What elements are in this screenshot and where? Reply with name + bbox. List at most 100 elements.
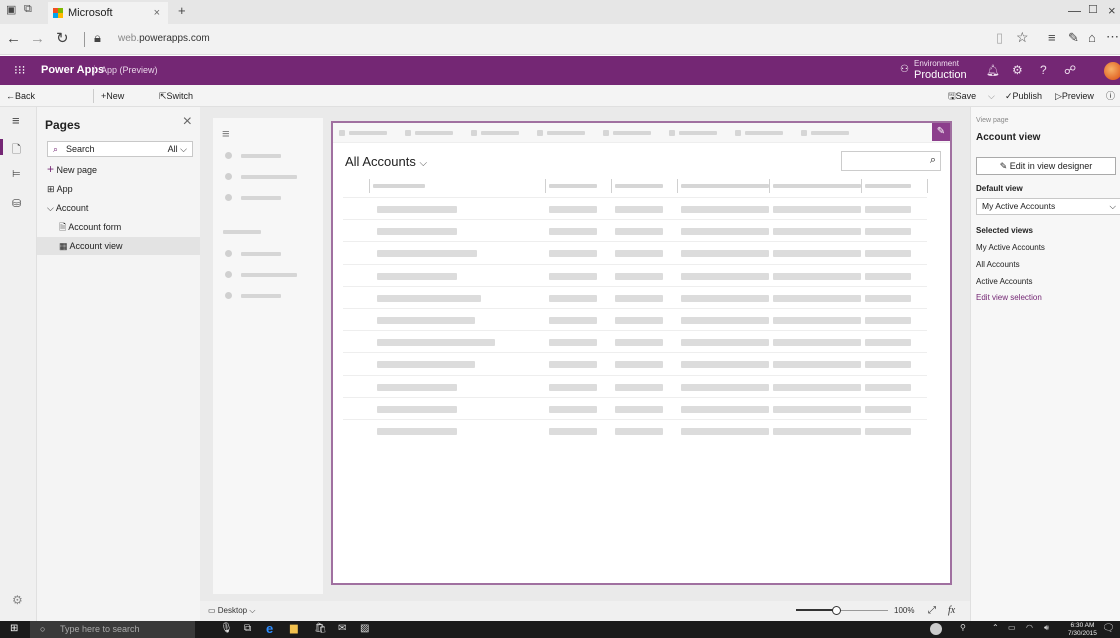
new-tab-icon[interactable]: + (178, 3, 186, 18)
help-icon[interactable]: ? (1040, 63, 1047, 77)
more-icon[interactable]: ⋯ (1106, 29, 1119, 45)
battery-icon[interactable]: ▭ (1008, 623, 1016, 632)
pages-title: Pages (45, 118, 81, 132)
volume-icon[interactable]: 🔊︎ (1044, 623, 1049, 633)
windows-start-icon[interactable]: ⊞ (10, 623, 18, 634)
tree-item-account-view[interactable]: ▦ Account view (37, 237, 200, 255)
menu-icon[interactable]: ≡ (12, 113, 20, 128)
pages-icon[interactable]: 🗋︎ (12, 141, 21, 160)
view-preview-frame[interactable]: ✎ All Accounts ⌵ ⌕ (331, 121, 952, 585)
user-tray-icon[interactable] (930, 623, 942, 635)
tray-chevron-icon[interactable]: ⌃ (992, 623, 999, 632)
app-icon: ⊞ (47, 184, 55, 194)
lock-icon: 🔒︎ (94, 30, 101, 45)
tree-view-icon[interactable]: ⊨ (12, 169, 21, 180)
back-to-home-button[interactable]: ← Back to Home (6, 85, 39, 145)
cell-placeholder (377, 294, 481, 302)
edit-pencil-icon[interactable]: ✎ (932, 123, 950, 141)
close-pages-icon[interactable]: × (183, 113, 192, 131)
browser-tab[interactable]: Microsoft × (48, 2, 168, 24)
preview-command-skeleton (333, 123, 950, 143)
edit-in-view-designer-button[interactable]: ✎ Edit in view designer (976, 157, 1116, 175)
close-window-icon[interactable]: × (1108, 3, 1116, 18)
hub-icon[interactable]: ≡ (1048, 30, 1056, 45)
settings-gear-icon[interactable]: ⚙ (1012, 63, 1023, 77)
new-page-button[interactable]: + New page (101, 85, 126, 123)
tab-preview-icon[interactable]: ⧉ (24, 3, 32, 16)
tree-item-account[interactable]: ⌵ Account (37, 199, 200, 217)
web-note-icon[interactable]: ✎ (1068, 30, 1079, 46)
command-bar: ← Back to Home + New page ⇱ Switch to cl… (0, 85, 1120, 145)
grid-header-placeholder (773, 184, 861, 188)
view-title[interactable]: All Accounts ⌵ (345, 154, 427, 169)
publish-button[interactable]: ✓ Publish (1005, 85, 1042, 107)
fit-screen-icon[interactable]: ⤢ (928, 601, 936, 621)
edit-view-selection-link[interactable]: Edit view selection (976, 293, 1042, 302)
zoom-slider-thumb[interactable] (832, 606, 842, 615)
notifications-icon[interactable]: 🔔︎ (986, 64, 1000, 77)
tab-close-icon[interactable]: × (154, 2, 160, 24)
store-icon[interactable]: 🛍︎ (314, 623, 327, 634)
microphone-icon[interactable]: 🎙︎ (220, 623, 233, 634)
table-row[interactable] (343, 352, 927, 374)
table-row[interactable] (343, 330, 927, 352)
tree-item-app[interactable]: ⊞ App (37, 180, 200, 198)
save-button[interactable]: 🖫︎ Save (948, 85, 976, 107)
table-row[interactable] (343, 241, 927, 263)
tab-actions-icon[interactable]: ▣ (6, 3, 16, 16)
photos-icon[interactable]: ▨ (360, 623, 369, 634)
table-row[interactable] (343, 419, 927, 441)
data-icon[interactable]: ⛁ (12, 197, 21, 210)
waffle-icon[interactable]: ⁝⁝⁝ (14, 63, 25, 77)
table-row[interactable] (343, 374, 927, 397)
switch-to-classic-button[interactable]: ⇱ Switch to classic (159, 85, 194, 145)
environment-picker[interactable]: Environment Production (914, 59, 967, 82)
default-view-select[interactable]: My Active Accounts ⌵ (976, 198, 1120, 215)
reading-view-icon[interactable]: ▯ (996, 30, 1003, 46)
pages-search-input[interactable]: ⌕ Search All ⌵ (47, 141, 193, 157)
table-row[interactable] (343, 263, 927, 286)
share-icon[interactable]: ⌂ (1088, 30, 1096, 45)
favorite-star-icon[interactable]: ☆ (1016, 29, 1029, 46)
tree-item-account-form[interactable]: 🗎︎ Account form (37, 218, 200, 236)
taskbar-clock[interactable]: 6:30 AM 7/30/2015 (1068, 622, 1097, 637)
new-page-link[interactable]: + New page (37, 160, 200, 178)
cell-placeholder (615, 228, 663, 236)
view-grid-icon: ▦ (59, 241, 68, 251)
people-icon[interactable]: ⚲ (960, 623, 966, 632)
mail-icon[interactable]: ✉ (338, 623, 346, 634)
edge-browser-icon[interactable]: e (266, 621, 273, 636)
zoom-slider[interactable] (796, 606, 888, 615)
taskbar-search-input[interactable]: ○ Type here to search (30, 621, 195, 638)
preview-button[interactable]: ▷ Preview (1055, 85, 1094, 107)
task-view-icon[interactable]: ⧉ (244, 623, 251, 634)
maximize-icon[interactable]: ☐ (1088, 3, 1098, 16)
url-field[interactable]: web.powerapps.com (118, 33, 210, 44)
grid-header-placeholder (615, 184, 663, 188)
app-header: ⁝⁝⁝ Power Apps App (Preview) ⚇ Environme… (0, 56, 1120, 85)
formula-button[interactable]: fx (948, 601, 955, 621)
action-center-icon[interactable]: 🗨︎ (1102, 623, 1115, 634)
properties-panel: View page Account view ✎ Edit in view de… (970, 107, 1120, 621)
back-arrow-icon[interactable]: ← (6, 30, 21, 47)
pencil-icon: ✎ (999, 161, 1008, 171)
minimize-icon[interactable]: — (1068, 3, 1081, 18)
feedback-icon[interactable]: ☍ (1064, 63, 1076, 77)
table-row[interactable] (343, 197, 927, 219)
info-icon[interactable]: ⓘ (1106, 85, 1115, 107)
table-row[interactable] (343, 219, 927, 241)
table-row[interactable] (343, 285, 927, 308)
table-row[interactable] (343, 396, 927, 419)
settings-icon[interactable]: ⚙ (12, 593, 23, 607)
device-picker[interactable]: ▭ Desktop ⌵ (208, 601, 255, 621)
table-row[interactable] (343, 308, 927, 330)
avatar[interactable] (1104, 62, 1120, 80)
forward-arrow-icon[interactable]: → (30, 30, 45, 47)
cell-placeholder (615, 272, 663, 280)
wifi-icon[interactable]: ◠ (1026, 623, 1033, 632)
file-explorer-icon[interactable]: ▆ (290, 623, 298, 634)
grid-search-input[interactable]: ⌕ (841, 151, 941, 171)
save-dropdown-icon[interactable]: ⌵ (988, 85, 995, 107)
pages-filter[interactable]: All ⌵ (168, 142, 187, 156)
refresh-icon[interactable]: ↻ (56, 29, 69, 47)
